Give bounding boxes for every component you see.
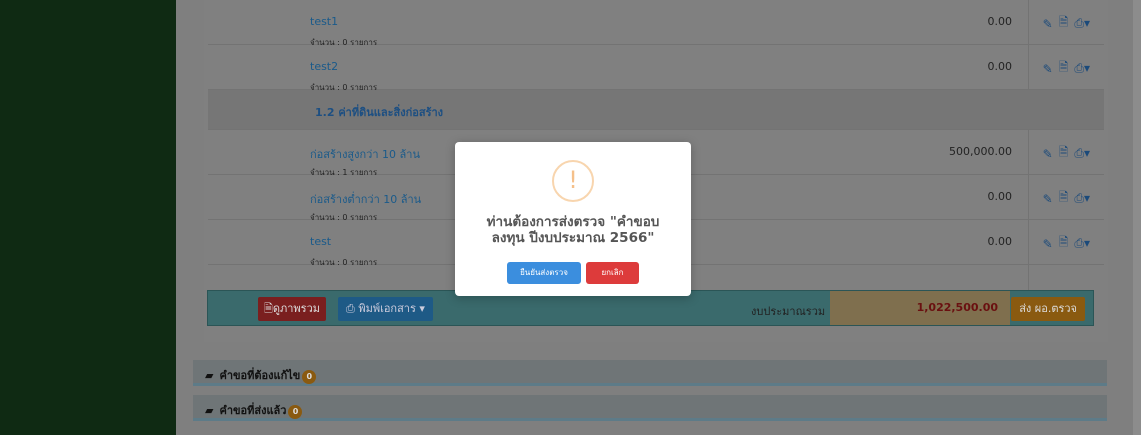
total-cell: 1,022,500.00 xyxy=(830,291,1010,325)
print-icon[interactable]: ⎙▾ xyxy=(1074,191,1090,206)
row-actions: ✎ 🗎 ⎙▾ xyxy=(1043,143,1090,164)
table-row: test1 จำนวน : 0 รายการ 0.00 ✎ 🗎 ⎙▾ xyxy=(208,0,1104,47)
total-budget-label: งบประมาณรวม xyxy=(751,305,826,318)
count-badge: 0 xyxy=(302,370,317,384)
document-icon[interactable]: 🗎 xyxy=(1059,143,1069,164)
edit-icon[interactable]: ✎ xyxy=(1043,237,1053,251)
item-amount: 0.00 xyxy=(987,190,1013,203)
accordion-title: คำขอที่ส่งแล้ว xyxy=(219,404,287,417)
item-amount: 0.00 xyxy=(987,235,1013,248)
summary-button[interactable]: 🗎ดูภาพรวม xyxy=(258,297,327,321)
item-name-link[interactable]: test2 xyxy=(310,60,338,73)
send-to-director-button[interactable]: ส่ง ผอ.ตรวจ xyxy=(1011,297,1085,321)
scrollbar[interactable] xyxy=(1133,0,1141,435)
row-actions: ✎ 🗎 ⎙▾ xyxy=(1043,188,1090,209)
item-name-link[interactable]: test xyxy=(310,235,331,248)
print-label: พิมพ์เอกสาร xyxy=(358,302,416,315)
row-actions: ✎ 🗎 ⎙▾ xyxy=(1043,233,1090,254)
accordion-title: คำขอที่ต้องแก้ไข xyxy=(219,369,301,382)
item-count: จำนวน : 0 รายการ xyxy=(310,258,378,267)
print-icon[interactable]: ⎙▾ xyxy=(1074,61,1090,76)
accordion-label: ▰ คำขอที่ต้องแก้ไข 0 xyxy=(205,366,317,384)
document-icon[interactable]: 🗎 xyxy=(1059,188,1069,209)
document-icon[interactable]: 🗎 xyxy=(1059,13,1069,34)
summary-label: ดูภาพรวม xyxy=(272,302,321,315)
warning-glyph: ! xyxy=(568,166,578,194)
dialog-title: ท่านต้องการส่งตรวจ "คำขอบ ลงทุน ปีงบประม… xyxy=(455,214,691,246)
item-amount: 0.00 xyxy=(987,15,1013,28)
accordion-label: ▰ คำขอที่ส่งแล้ว 0 xyxy=(205,401,303,419)
item-amount: 0.00 xyxy=(987,60,1013,73)
edit-icon[interactable]: ✎ xyxy=(1043,147,1053,161)
cancel-button[interactable]: ยกเลิก xyxy=(586,262,639,284)
dialog-title-line1: ท่านต้องการส่งตรวจ "คำขอบ xyxy=(486,214,660,230)
item-name-link[interactable]: test1 xyxy=(310,15,338,28)
edit-icon[interactable]: ✎ xyxy=(1043,192,1053,206)
count-badge: 0 xyxy=(288,405,303,419)
print-icon[interactable]: ⎙▾ xyxy=(1074,146,1090,161)
category-row: 1.2 ค่าที่ดินและสิ่งก่อสร้าง xyxy=(208,90,1104,130)
sidebar xyxy=(0,0,176,435)
table-row: test2 จำนวน : 0 รายการ 0.00 ✎ 🗎 ⎙▾ xyxy=(208,45,1104,92)
book-icon: ▰ xyxy=(205,404,214,417)
category-title: 1.2 ค่าที่ดินและสิ่งก่อสร้าง xyxy=(315,106,444,119)
book-icon: ▰ xyxy=(205,369,214,382)
edit-icon[interactable]: ✎ xyxy=(1043,62,1053,76)
edit-icon[interactable]: ✎ xyxy=(1043,17,1053,31)
document-icon: 🗎 xyxy=(264,302,273,315)
confirm-dialog: ! ท่านต้องการส่งตรวจ "คำขอบ ลงทุน ปีงบปร… xyxy=(455,142,691,296)
warning-icon: ! xyxy=(552,160,594,202)
item-name-link[interactable]: ก่อสร้างต่ำกว่า 10 ล้าน xyxy=(310,190,421,208)
print-icon: ⎙ xyxy=(346,302,355,315)
caret-down-icon: ▾ xyxy=(419,302,425,315)
item-amount: 500,000.00 xyxy=(949,145,1012,158)
confirm-send-button[interactable]: ยืนยันส่งตรวจ xyxy=(507,262,581,284)
row-actions: ✎ 🗎 ⎙▾ xyxy=(1043,13,1090,34)
document-icon[interactable]: 🗎 xyxy=(1059,233,1069,254)
print-icon[interactable]: ⎙▾ xyxy=(1074,16,1090,31)
print-icon[interactable]: ⎙▾ xyxy=(1074,236,1090,251)
total-budget-value: 1,022,500.00 xyxy=(916,301,998,314)
print-documents-button[interactable]: ⎙ พิมพ์เอกสาร ▾ xyxy=(338,297,433,321)
item-name-link[interactable]: ก่อสร้างสูงกว่า 10 ล้าน xyxy=(310,145,420,163)
accordion-submitted[interactable]: ▰ คำขอที่ส่งแล้ว 0 xyxy=(193,395,1107,421)
document-icon[interactable]: 🗎 xyxy=(1059,58,1069,79)
accordion-needs-revision[interactable]: ▰ คำขอที่ต้องแก้ไข 0 xyxy=(193,360,1107,386)
dialog-title-line2: ลงทุน ปีงบประมาณ 2566" xyxy=(491,230,655,246)
row-actions: ✎ 🗎 ⎙▾ xyxy=(1043,58,1090,79)
